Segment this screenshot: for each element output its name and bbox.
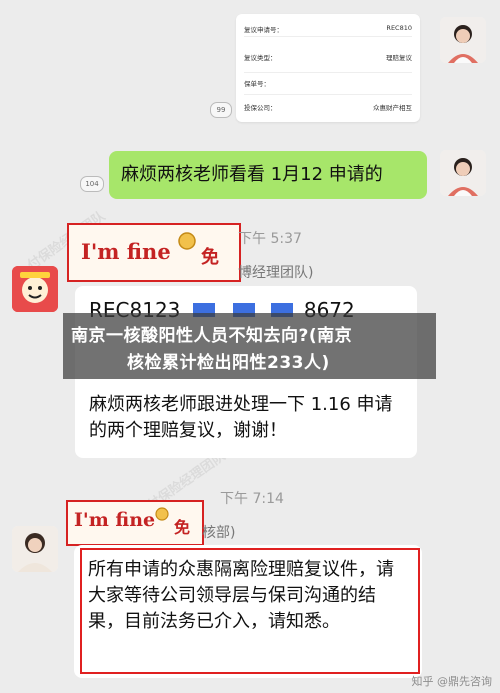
sender-tag: 核部) [202,525,236,541]
im-fine-sticker: I'm fine 免 [66,500,204,546]
timestamp: 下午 5:37 [238,231,302,247]
message-text: 麻烦两核老师跟进处理一下 1.16 申请的两个理赔复议，谢谢！ [89,394,393,441]
coin-icon [178,232,196,250]
card-row: 投保公司： 众惠财产相互 [244,104,412,112]
divider [244,94,412,95]
message-text: 麻烦两核老师看看 1月12 申请的 [121,164,383,185]
avatar[interactable] [12,526,58,572]
avatar[interactable] [440,17,486,63]
avoid-glyph: 免 [201,247,219,268]
divider [244,72,412,73]
message-bubble[interactable]: 麻烦两核老师看看 1月12 申请的 [109,151,427,199]
card-row: 保单号： [244,80,270,88]
im-fine-sticker: I'm fine 免 [67,223,241,282]
sender-tag: 博经理团队) [238,265,314,281]
timestamp: 下午 7:14 [220,491,284,507]
source-watermark: 知乎 @鼎先咨询 [411,675,493,688]
avatar[interactable] [440,150,486,196]
card-row: 复议申请号： REC810 [244,24,412,34]
read-count-badge: 104 [80,176,104,192]
coin-icon [155,507,169,521]
avoid-glyph: 免 [174,518,191,537]
headline-line: 核检累计检出阳性233人) [127,353,330,373]
read-count-badge: 99 [210,102,232,118]
card-row: 复议类型： 理赔复议 [244,54,412,62]
divider [244,36,412,37]
policy-info-card[interactable]: 复议申请号： REC810 复议类型： 理赔复议 保单号： 投保公司： 众惠财产相互 [236,14,420,122]
sticker-avatar[interactable] [12,266,58,312]
highlight-frame [80,548,420,674]
news-headline-overlay[interactable]: 南京一核酸阳性人员不知去向?(南京 核检累计检出阳性233人) [63,313,436,379]
headline-line: 南京一核酸阳性人员不知去向?(南京 [71,326,353,346]
